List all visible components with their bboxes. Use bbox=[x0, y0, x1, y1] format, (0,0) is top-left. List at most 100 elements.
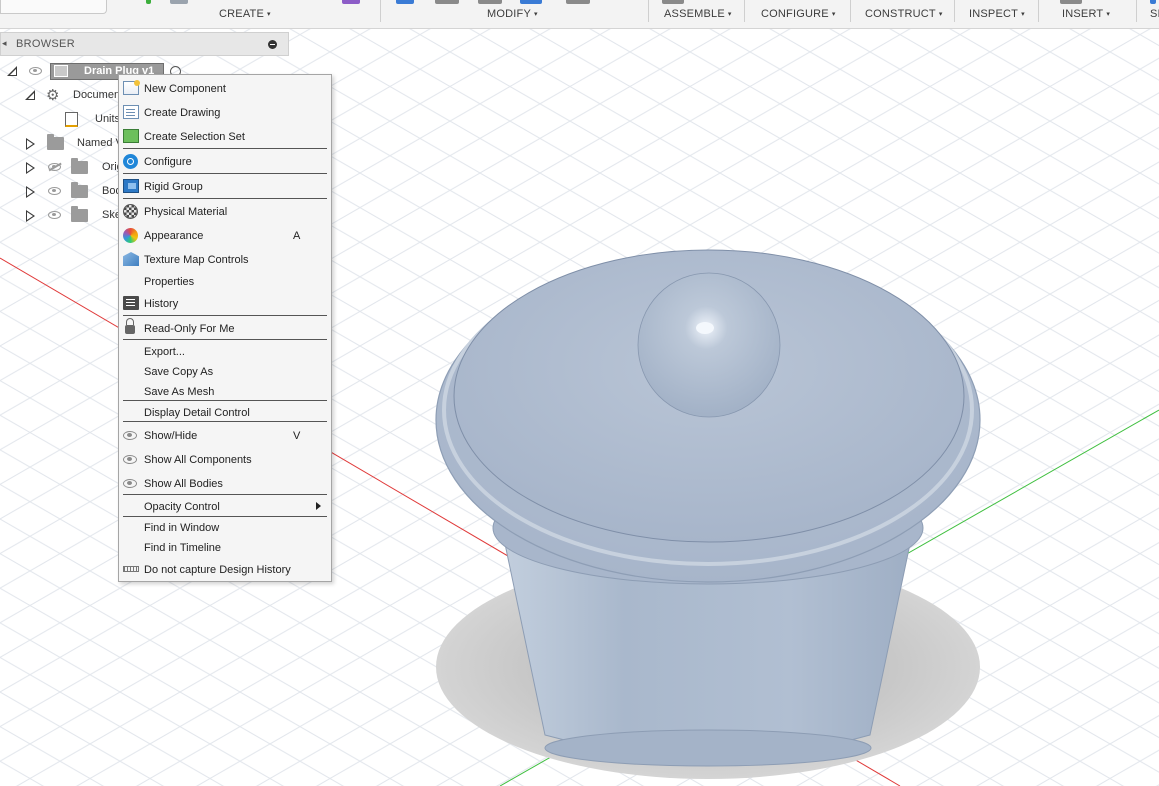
component-icon bbox=[54, 65, 68, 77]
menu-item-show-all-bodies[interactable]: Show All Bodies bbox=[119, 472, 331, 494]
hidden-eye-icon[interactable] bbox=[48, 163, 61, 171]
menu-item-physical-material[interactable]: Physical Material bbox=[119, 200, 331, 222]
menu-item-label: Rigid Group bbox=[144, 181, 203, 193]
chevron-down-icon: ▾ bbox=[938, 11, 943, 18]
select-menu-label: SI bbox=[1150, 8, 1159, 20]
assemble-menu[interactable]: ASSEMBLE ▾ bbox=[664, 8, 732, 20]
assemble-new-component-icon[interactable] bbox=[662, 0, 684, 4]
minimize-icon[interactable] bbox=[268, 40, 277, 49]
tree-item-sketches[interactable]: Sketches bbox=[0, 205, 118, 227]
texture-map-icon bbox=[123, 252, 139, 266]
menu-item-label: Configure bbox=[144, 156, 192, 168]
menu-item-save-as-mesh[interactable]: Save As Mesh bbox=[119, 380, 331, 402]
modify-menu-label: MODIFY bbox=[487, 8, 531, 20]
new-component-icon bbox=[123, 80, 140, 95]
menu-item-export[interactable]: Export... bbox=[119, 340, 331, 362]
menu-item-opacity-control[interactable]: Opacity Control bbox=[119, 495, 331, 517]
tree-item-origin[interactable]: Origin bbox=[0, 157, 118, 179]
menu-item-label: Create Selection Set bbox=[144, 131, 245, 143]
menu-item-label: Save Copy As bbox=[144, 366, 214, 378]
collapse-icon[interactable]: ◂ bbox=[2, 38, 7, 49]
collapse-triangle-icon[interactable] bbox=[25, 90, 35, 100]
menu-item-create-selection-set[interactable]: Create Selection Set bbox=[119, 125, 331, 147]
collapse-triangle-icon[interactable] bbox=[7, 66, 17, 76]
menu-item-read-only[interactable]: Read-Only For Me bbox=[119, 317, 331, 339]
select-menu[interactable]: SI bbox=[1150, 8, 1159, 20]
expand-triangle-icon[interactable] bbox=[26, 162, 35, 174]
menu-item-label: Find in Timeline bbox=[144, 542, 222, 554]
select-icon[interactable] bbox=[1150, 0, 1156, 4]
configure-menu-label: CONFIGURE bbox=[761, 8, 829, 20]
lock-icon bbox=[125, 318, 135, 334]
insert-menu-label: INSERT bbox=[1062, 8, 1104, 20]
chevron-down-icon: ▾ bbox=[831, 11, 836, 18]
modify-chamfer-icon[interactable] bbox=[478, 0, 502, 4]
tree-item-bodies[interactable]: Bodies bbox=[0, 181, 118, 203]
visibility-eye-icon[interactable] bbox=[29, 67, 42, 75]
create-sketch-icon[interactable] bbox=[146, 0, 151, 4]
chevron-down-icon: ▾ bbox=[1106, 11, 1111, 18]
modify-fillet-icon[interactable] bbox=[435, 0, 459, 4]
menu-item-rigid-group[interactable]: Rigid Group bbox=[119, 175, 331, 197]
physical-material-icon bbox=[123, 204, 138, 219]
menu-item-label: Opacity Control bbox=[144, 501, 220, 513]
construct-menu-label: CONSTRUCT bbox=[865, 8, 936, 20]
menu-item-texture-map-controls[interactable]: Texture Map Controls bbox=[119, 248, 331, 270]
modify-press-pull-icon[interactable] bbox=[396, 0, 414, 4]
tree-item-named-views[interactable]: Named Views bbox=[0, 133, 118, 155]
menu-item-create-drawing[interactable]: Create Drawing bbox=[119, 101, 331, 123]
tree-item-label: Sketches bbox=[102, 209, 118, 221]
tree-item-label: Origin bbox=[102, 161, 118, 173]
modify-menu[interactable]: MODIFY ▾ bbox=[487, 8, 538, 20]
menu-item-show-hide[interactable]: Show/Hide V bbox=[119, 424, 331, 446]
tree-item-units[interactable]: Units bbox=[0, 109, 118, 131]
menu-item-find-in-window[interactable]: Find in Window bbox=[119, 516, 331, 538]
modify-combine-icon[interactable] bbox=[566, 0, 590, 4]
capture-history-icon bbox=[123, 566, 139, 572]
menu-item-find-in-timeline[interactable]: Find in Timeline bbox=[119, 536, 331, 558]
browser-title: BROWSER bbox=[16, 38, 75, 50]
visibility-eye-icon[interactable] bbox=[48, 187, 61, 195]
menu-separator bbox=[123, 315, 327, 316]
expand-triangle-icon[interactable] bbox=[26, 186, 35, 198]
menu-item-label: Show All Components bbox=[144, 454, 252, 466]
configure-menu[interactable]: CONFIGURE ▾ bbox=[761, 8, 836, 20]
expand-triangle-icon[interactable] bbox=[26, 210, 35, 222]
menu-item-label: Properties bbox=[144, 276, 195, 288]
menu-item-appearance[interactable]: Appearance A bbox=[119, 224, 331, 246]
insert-icon[interactable] bbox=[1060, 0, 1082, 4]
appearance-icon bbox=[123, 228, 138, 243]
menu-item-display-detail-control[interactable]: Display Detail Control bbox=[119, 401, 331, 423]
create-menu[interactable]: CREATE ▾ bbox=[219, 8, 271, 20]
menu-item-label: Appearance bbox=[144, 230, 204, 242]
menu-item-history[interactable]: History bbox=[119, 292, 331, 314]
construct-menu[interactable]: CONSTRUCT ▾ bbox=[865, 8, 943, 20]
data-panel-tab[interactable] bbox=[0, 0, 107, 14]
menu-item-do-not-capture-design-history[interactable]: Do not capture Design History bbox=[119, 558, 331, 580]
chevron-down-icon: ▾ bbox=[1021, 11, 1025, 18]
modify-shell-icon[interactable] bbox=[520, 0, 542, 4]
visibility-eye-icon[interactable] bbox=[48, 211, 61, 219]
menu-item-new-component[interactable]: New Component bbox=[119, 77, 331, 99]
shortcut-label: V bbox=[293, 430, 301, 442]
create-form-icon[interactable] bbox=[342, 0, 360, 4]
menu-separator bbox=[123, 148, 327, 149]
menu-item-save-copy-as[interactable]: Save Copy As bbox=[119, 360, 331, 382]
gear-icon: ⚙ bbox=[46, 87, 60, 104]
tree-item-document-settings[interactable]: ⚙ Document Settings bbox=[0, 85, 118, 107]
selection-set-icon bbox=[123, 129, 139, 143]
assemble-menu-label: ASSEMBLE bbox=[664, 8, 725, 20]
menu-item-label: Save As Mesh bbox=[144, 386, 215, 398]
create-box-icon[interactable] bbox=[170, 0, 188, 4]
document-icon bbox=[65, 112, 78, 127]
menu-item-properties[interactable]: Properties bbox=[119, 270, 331, 292]
browser-panel-header: ◂ BROWSER bbox=[0, 32, 289, 56]
menu-item-show-all-components[interactable]: Show All Components bbox=[119, 448, 331, 470]
expand-triangle-icon[interactable] bbox=[26, 138, 35, 150]
eye-icon bbox=[123, 455, 137, 464]
menu-separator bbox=[123, 173, 327, 174]
insert-menu[interactable]: INSERT ▾ bbox=[1062, 8, 1110, 20]
menu-item-label: Create Drawing bbox=[144, 107, 221, 119]
inspect-menu[interactable]: INSPECT ▾ bbox=[969, 8, 1025, 20]
menu-item-configure[interactable]: Configure bbox=[119, 150, 331, 172]
